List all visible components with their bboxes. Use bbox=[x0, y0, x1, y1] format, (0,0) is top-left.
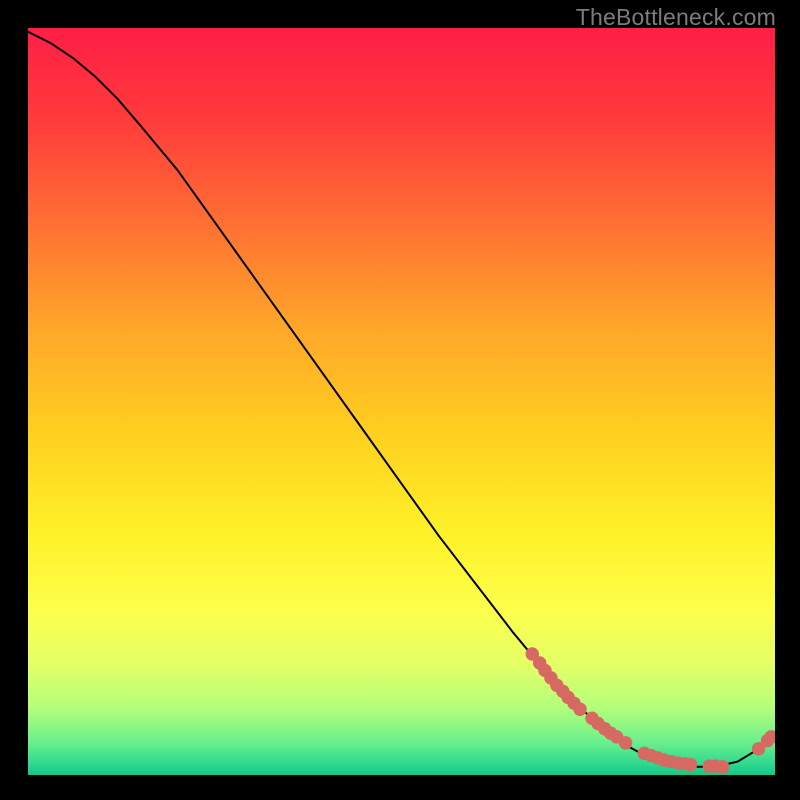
watermark-text: TheBottleneck.com bbox=[576, 4, 776, 31]
data-point bbox=[716, 760, 729, 773]
curve-line bbox=[28, 32, 775, 767]
plot-overlay bbox=[28, 28, 775, 775]
plot-area bbox=[28, 28, 775, 775]
data-point bbox=[573, 703, 586, 716]
dots-group bbox=[526, 647, 775, 773]
chart-stage: TheBottleneck.com bbox=[0, 0, 800, 800]
data-point bbox=[684, 758, 697, 771]
data-point bbox=[619, 736, 632, 749]
